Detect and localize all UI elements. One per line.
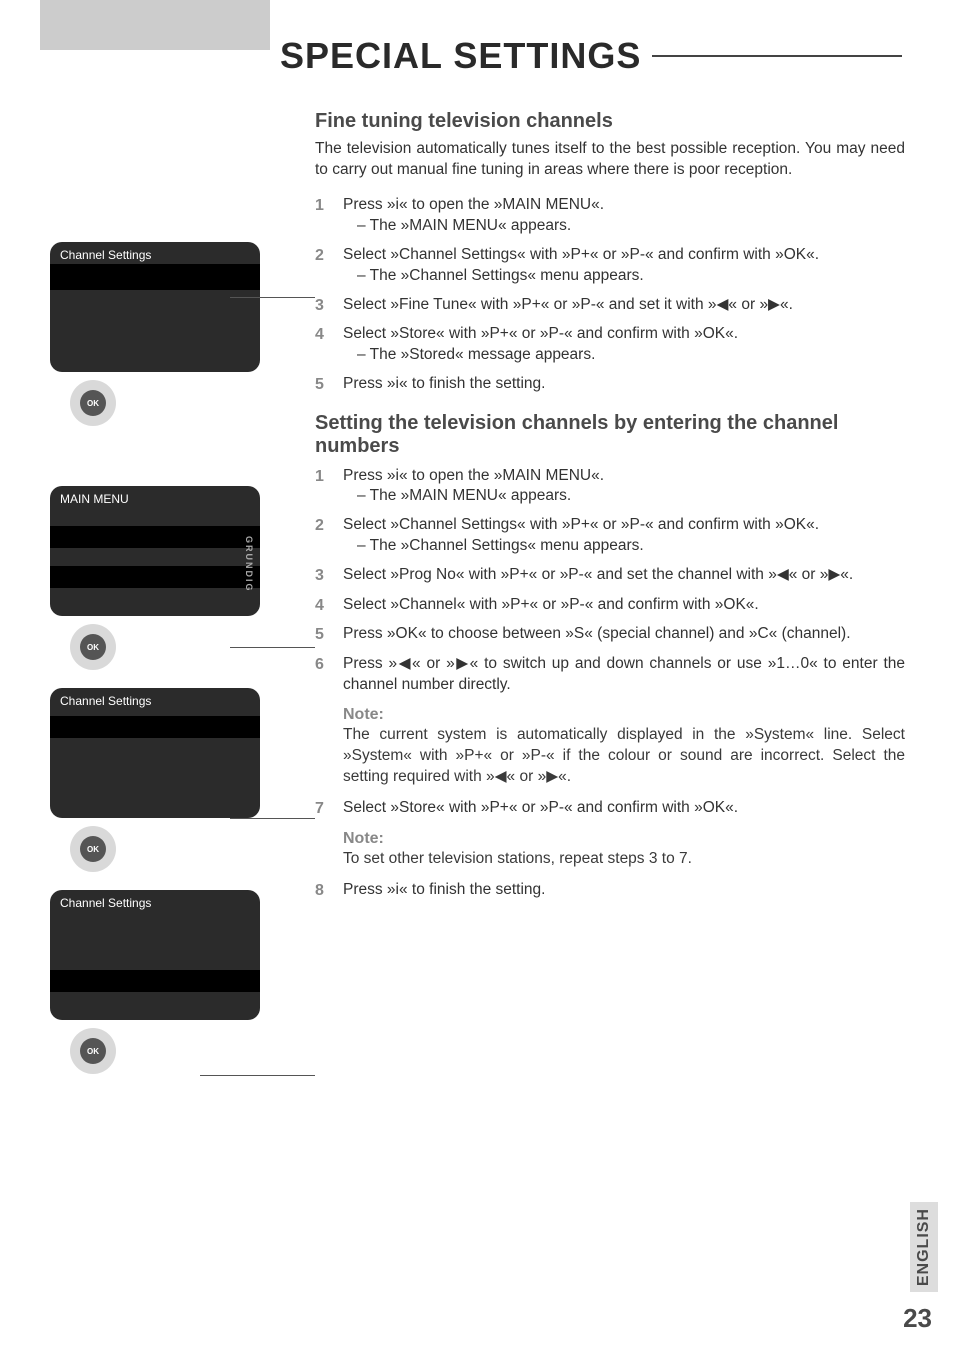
note-block: Note: The current system is automaticall… xyxy=(343,704,905,788)
step-number: 3 xyxy=(315,565,343,587)
step-item: 4 Select »Store« with »P+« or »P-« and c… xyxy=(315,324,905,366)
step-number: 1 xyxy=(315,466,343,488)
step-text: Select »Channel Settings« with »P+« or »… xyxy=(343,516,819,533)
page-title-row: SPECIAL SETTINGS xyxy=(280,35,920,77)
step-subtext: – The »MAIN MENU« appears. xyxy=(357,216,905,237)
step-number: 8 xyxy=(315,880,343,902)
step-subtext: – The »Channel Settings« menu appears. xyxy=(357,536,905,557)
steps-list-2c: 8 Press »i« to finish the setting. xyxy=(315,880,905,902)
screen-header: Channel Settings xyxy=(60,896,151,910)
connector-line xyxy=(230,647,315,648)
step-text: Press »OK« to choose between »S« (specia… xyxy=(343,625,851,642)
steps-list-1: 1 Press »i« to open the »MAIN MENU«. – T… xyxy=(315,195,905,396)
step-text: Press »◀« or »▶« to switch up and down c… xyxy=(343,655,905,693)
ok-button[interactable]: OK xyxy=(80,836,106,862)
step-item: 6 Press »◀« or »▶« to switch up and down… xyxy=(315,654,905,696)
step-item: 3 Select »Fine Tune« with »P+« or »P-« a… xyxy=(315,295,905,317)
step-item: 1 Press »i« to open the »MAIN MENU«. – T… xyxy=(315,195,905,237)
content-column: Fine tuning television channels The tele… xyxy=(315,110,905,910)
step-text: Press »i« to open the »MAIN MENU«. xyxy=(343,196,604,213)
step-number: 5 xyxy=(315,374,343,396)
step-subtext: – The »Stored« message appears. xyxy=(357,345,905,366)
screen-header: Channel Settings xyxy=(60,248,151,262)
nav-ok-ring[interactable]: OK xyxy=(70,624,116,670)
language-label: ENGLISH xyxy=(915,1208,933,1286)
note-block: Note: To set other television stations, … xyxy=(343,828,905,871)
step-text: Select »Store« with »P+« or »P-« and con… xyxy=(343,325,738,342)
step-item: 5 Press »OK« to choose between »S« (spec… xyxy=(315,624,905,646)
screen-header: Channel Settings xyxy=(60,694,151,708)
step-text: Select »Fine Tune« with »P+« or »P-« and… xyxy=(343,296,793,313)
step-item: 5 Press »i« to finish the setting. xyxy=(315,374,905,396)
nav-ok-ring[interactable]: OK xyxy=(70,1028,116,1074)
language-tab: ENGLISH xyxy=(910,1202,938,1292)
step-number: 6 xyxy=(315,654,343,676)
step-number: 4 xyxy=(315,324,343,346)
tv-screen-channel-settings-1: Channel Settings xyxy=(50,242,260,372)
note-body: The current system is automatically disp… xyxy=(343,725,905,788)
step-text: Select »Channel« with »P+« or »P-« and c… xyxy=(343,596,759,613)
grundig-brand: GRUNDIG xyxy=(244,536,254,593)
step-number: 4 xyxy=(315,595,343,617)
screen-header: MAIN MENU xyxy=(60,492,129,506)
step-number: 2 xyxy=(315,245,343,267)
step-number: 5 xyxy=(315,624,343,646)
step-subtext: – The »MAIN MENU« appears. xyxy=(357,486,905,507)
step-number: 2 xyxy=(315,515,343,537)
note-label: Note: xyxy=(343,704,905,726)
connector-line xyxy=(200,1075,315,1076)
connector-line xyxy=(230,818,315,819)
ok-button[interactable]: OK xyxy=(80,634,106,660)
step-item: 4 Select »Channel« with »P+« or »P-« and… xyxy=(315,595,905,617)
step-text: Select »Store« with »P+« or »P-« and con… xyxy=(343,799,738,816)
page-number: 23 xyxy=(903,1303,932,1334)
step-text: Press »i« to finish the setting. xyxy=(343,375,545,392)
section-heading-set-channels: Setting the television channels by enter… xyxy=(315,412,905,458)
connector-line xyxy=(230,297,315,298)
tv-screen-channel-settings-3: Channel Settings xyxy=(50,890,260,1020)
step-text: Press »i« to open the »MAIN MENU«. xyxy=(343,467,604,484)
step-item: 2 Select »Channel Settings« with »P+« or… xyxy=(315,245,905,287)
step-item: 1 Press »i« to open the »MAIN MENU«. – T… xyxy=(315,466,905,508)
tv-screen-main-menu: MAIN MENU GRUNDIG xyxy=(50,486,260,616)
step-item: 8 Press »i« to finish the setting. xyxy=(315,880,905,902)
step-item: 2 Select »Channel Settings« with »P+« or… xyxy=(315,515,905,557)
step-number: 1 xyxy=(315,195,343,217)
section-heading-fine-tuning: Fine tuning television channels xyxy=(315,110,905,133)
section-intro: The television automatically tunes itsel… xyxy=(315,139,905,181)
ok-button[interactable]: OK xyxy=(80,390,106,416)
step-number: 3 xyxy=(315,295,343,317)
note-body: To set other television stations, repeat… xyxy=(343,849,905,870)
page-title: SPECIAL SETTINGS xyxy=(280,35,641,76)
step-number: 7 xyxy=(315,798,343,820)
ok-button[interactable]: OK xyxy=(80,1038,106,1064)
left-column: Channel Settings OK MAIN MENU GRUNDIG OK… xyxy=(40,100,270,1260)
note-label: Note: xyxy=(343,828,905,850)
step-item: 3 Select »Prog No« with »P+« or »P-« and… xyxy=(315,565,905,587)
step-text: Select »Channel Settings« with »P+« or »… xyxy=(343,246,819,263)
steps-list-2b: 7 Select »Store« with »P+« or »P-« and c… xyxy=(315,798,905,820)
title-rule xyxy=(652,55,902,57)
nav-ok-ring[interactable]: OK xyxy=(70,826,116,872)
steps-list-2: 1 Press »i« to open the »MAIN MENU«. – T… xyxy=(315,466,905,696)
tv-screen-channel-settings-2: Channel Settings xyxy=(50,688,260,818)
nav-ok-ring[interactable]: OK xyxy=(70,380,116,426)
step-item: 7 Select »Store« with »P+« or »P-« and c… xyxy=(315,798,905,820)
step-text: Select »Prog No« with »P+« or »P-« and s… xyxy=(343,566,853,583)
step-text: Press »i« to finish the setting. xyxy=(343,881,545,898)
header-gray-bar xyxy=(40,0,270,50)
step-subtext: – The »Channel Settings« menu appears. xyxy=(357,266,905,287)
